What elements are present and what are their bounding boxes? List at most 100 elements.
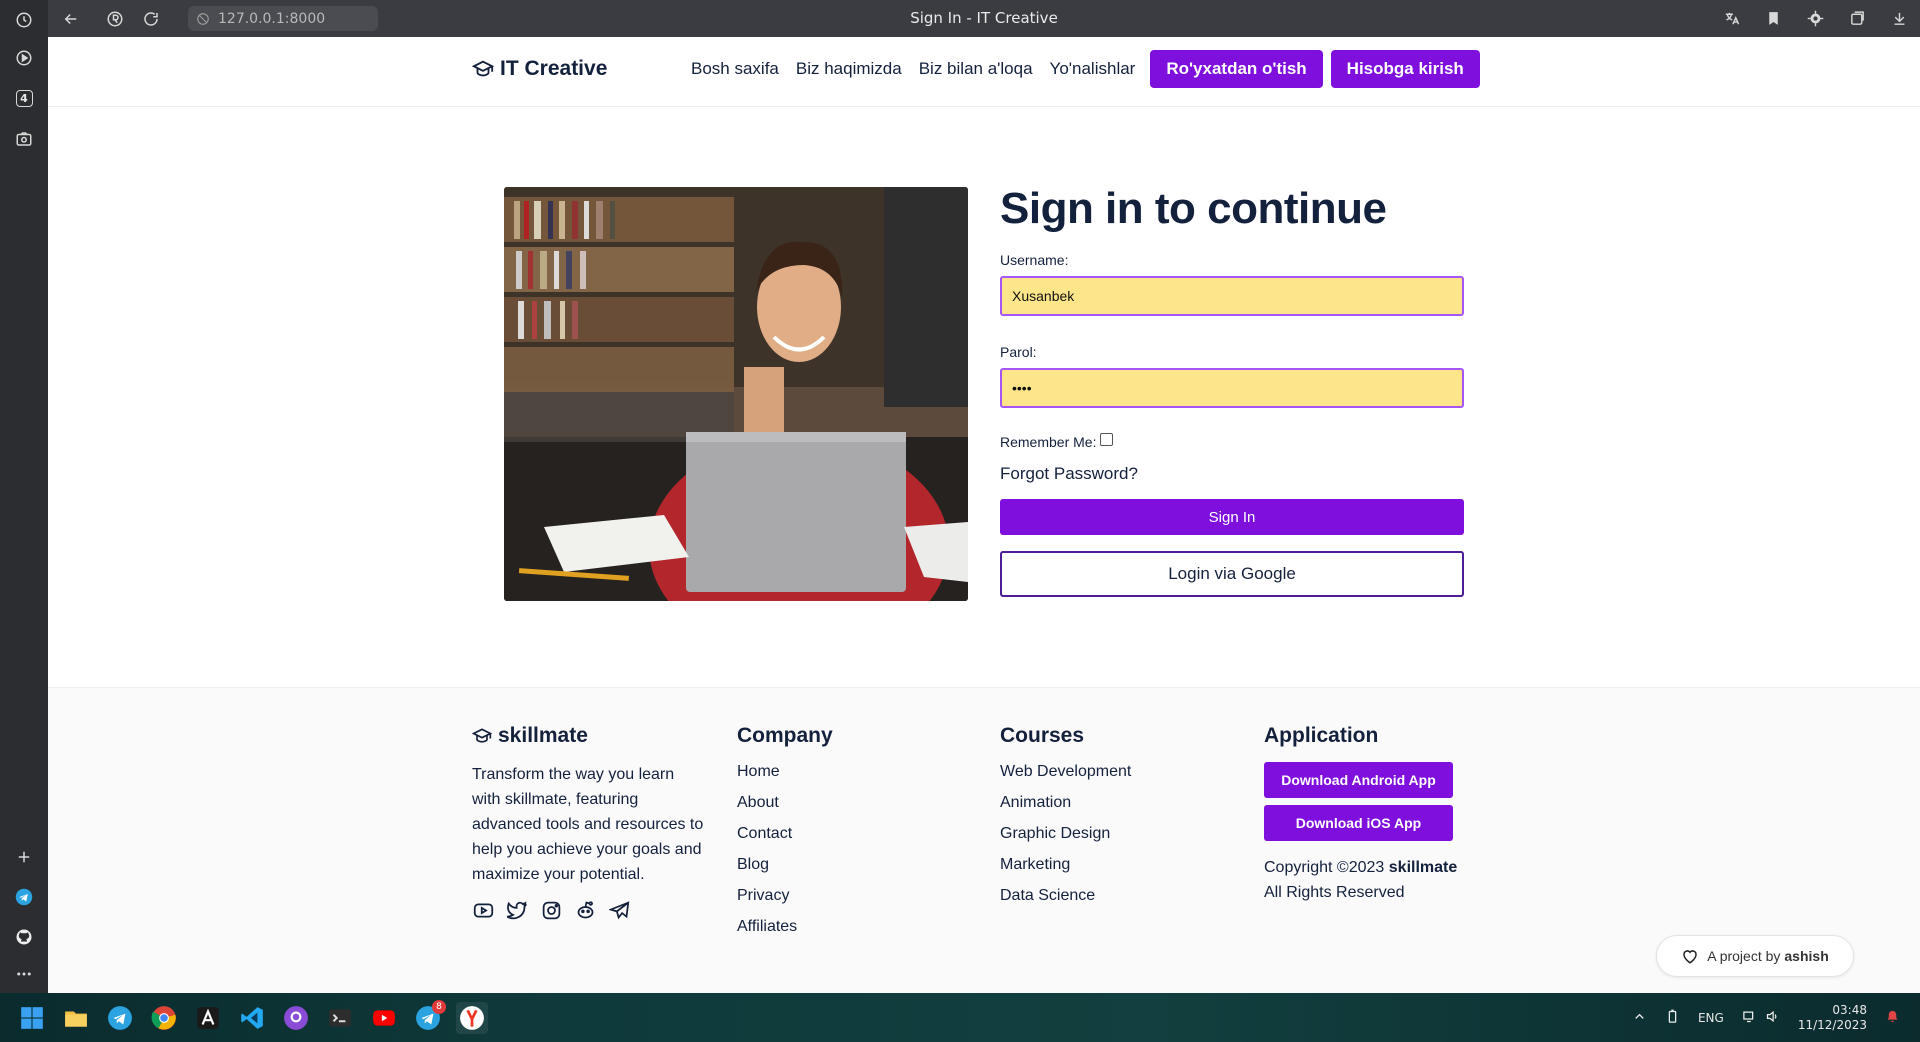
copyright-prefix: Copyright ©2023: [1264, 859, 1385, 876]
forgot-password-link[interactable]: Forgot Password?: [1000, 464, 1466, 484]
footer-brand-column: skillmate Transform the way you learn wi…: [472, 724, 707, 921]
nav-link-contact[interactable]: Biz bilan a'loqa: [919, 59, 1033, 79]
main-nav: Bosh saxifa Biz haqimizda Biz bilan a'lo…: [691, 50, 1488, 88]
site-info-icon[interactable]: [196, 12, 210, 26]
footer-link-graphic-design[interactable]: Graphic Design: [1000, 824, 1131, 843]
footer-link-about[interactable]: About: [737, 793, 833, 812]
student-laptop-photo: [504, 187, 968, 601]
battery-icon[interactable]: [1665, 1009, 1680, 1027]
collections-icon[interactable]: [1846, 7, 1868, 29]
username-label: Username:: [1000, 252, 1069, 268]
twitter-icon[interactable]: [506, 899, 528, 921]
project-credit-badge[interactable]: A project by ashish: [1656, 935, 1854, 977]
graduation-cap-icon: [472, 60, 494, 77]
download-android-button[interactable]: Download Android App: [1264, 762, 1453, 798]
footer-link-animation[interactable]: Animation: [1000, 793, 1131, 812]
login-button[interactable]: Hisobga kirish: [1330, 50, 1480, 88]
downloads-icon[interactable]: [1888, 7, 1910, 29]
reload-icon[interactable]: [140, 8, 162, 30]
toolbar-right: [1720, 7, 1910, 29]
yandex-browser-icon[interactable]: [456, 1002, 488, 1034]
company-heading: Company: [737, 724, 833, 747]
vscode-icon[interactable]: [236, 1002, 268, 1034]
yandex-protect-icon[interactable]: [104, 8, 126, 30]
remember-me-label: Remember Me:: [1000, 434, 1097, 450]
footer-brand-name: skillmate: [498, 724, 588, 747]
windows-taskbar: 8 ENG 03:48 11/12/2023: [0, 993, 1920, 1042]
browser-toolbar: Sign In - IT Creative 127.0.0.1:8000: [48, 0, 1920, 37]
footer-link-privacy[interactable]: Privacy: [737, 886, 833, 905]
telegram-app-icon-2[interactable]: 8: [412, 1000, 446, 1034]
taskbar-apps: 8: [16, 1000, 488, 1034]
footer-logo[interactable]: skillmate: [472, 724, 707, 748]
signin-button[interactable]: Sign In: [1000, 499, 1464, 535]
brand-name: IT Creative: [500, 57, 608, 80]
footer-link-marketing[interactable]: Marketing: [1000, 855, 1131, 874]
footer-link-web-development[interactable]: Web Development: [1000, 762, 1131, 781]
copyright-text: Copyright ©2023 skillmate All Rights Res…: [1264, 855, 1457, 905]
tray-overflow-icon[interactable]: [1632, 1009, 1647, 1027]
network-icon[interactable]: [1742, 1009, 1757, 1027]
language-indicator[interactable]: ENG: [1698, 1011, 1724, 1025]
register-button[interactable]: Ro'yxatdan o'tish: [1150, 50, 1323, 88]
notification-bell-icon[interactable]: [1885, 1009, 1900, 1027]
form-title: Sign in to continue: [1000, 184, 1387, 233]
footer-link-affiliates[interactable]: Affiliates: [737, 917, 833, 936]
back-icon[interactable]: [60, 8, 82, 30]
heart-icon: [1683, 950, 1697, 964]
site-logo[interactable]: IT Creative: [472, 57, 607, 81]
application-heading: Application: [1264, 724, 1379, 747]
terminal-icon[interactable]: [324, 1002, 356, 1034]
volume-icon[interactable]: [1765, 1009, 1780, 1027]
system-tray: ENG 03:48 11/12/2023: [1632, 993, 1900, 1042]
settings-icon[interactable]: [1804, 7, 1826, 29]
bookmark-icon[interactable]: [1762, 7, 1784, 29]
translate-icon[interactable]: [1720, 7, 1742, 29]
browser-sidebar: 4: [0, 0, 48, 993]
footer-courses-column: Courses Web Development Animation Graphi…: [1000, 724, 1131, 917]
footer-link-home[interactable]: Home: [737, 762, 833, 781]
media-play-icon[interactable]: [12, 46, 36, 70]
reddit-icon[interactable]: [574, 899, 596, 921]
windows-start-icon[interactable]: [16, 1002, 48, 1034]
chrome-icon[interactable]: [148, 1002, 180, 1034]
project-credit-author: ashish: [1784, 948, 1829, 964]
password-input[interactable]: ••••: [1000, 368, 1464, 408]
youtube-icon[interactable]: [472, 899, 494, 921]
project-credit-text: A project by: [1707, 948, 1781, 964]
site-header: IT Creative Bosh saxifa Biz haqimizda Bi…: [48, 37, 1920, 107]
social-links: [472, 899, 707, 921]
github-desktop-icon[interactable]: [280, 1002, 312, 1034]
address-bar[interactable]: 127.0.0.1:8000: [188, 6, 378, 31]
nav-link-directions[interactable]: Yo'nalishlar: [1050, 59, 1136, 79]
instagram-icon[interactable]: [540, 899, 562, 921]
footer-description: Transform the way you learn with skillma…: [472, 766, 704, 883]
footer-link-contact[interactable]: Contact: [737, 824, 833, 843]
taskbar-clock[interactable]: 03:48 11/12/2023: [1798, 1003, 1867, 1033]
remember-me-row: Remember Me:: [1000, 432, 1466, 450]
telegram-app-icon[interactable]: [104, 1002, 136, 1034]
add-panel-icon[interactable]: [12, 845, 36, 869]
history-icon[interactable]: [12, 8, 36, 32]
tabs-count-icon[interactable]: 4: [12, 86, 36, 110]
telegram-icon[interactable]: [608, 899, 630, 921]
username-input[interactable]: Xusanbek: [1000, 276, 1464, 316]
footer-link-blog[interactable]: Blog: [737, 855, 833, 874]
courses-heading: Courses: [1000, 724, 1085, 747]
password-label: Parol:: [1000, 344, 1037, 360]
youtube-app-icon[interactable]: [368, 1002, 400, 1034]
google-login-button[interactable]: Login via Google: [1000, 551, 1464, 597]
nav-link-home[interactable]: Bosh saxifa: [691, 59, 779, 79]
github-icon[interactable]: [12, 925, 36, 949]
more-icon[interactable]: [12, 962, 36, 986]
adobe-acrobat-icon[interactable]: [192, 1002, 224, 1034]
file-explorer-icon[interactable]: [60, 1002, 92, 1034]
telegram-icon[interactable]: [12, 885, 36, 909]
screenshot-icon[interactable]: [12, 127, 36, 151]
remember-me-checkbox[interactable]: [1100, 432, 1114, 446]
url-text: 127.0.0.1:8000: [218, 10, 326, 27]
web-page: IT Creative Bosh saxifa Biz haqimizda Bi…: [48, 37, 1920, 993]
footer-link-data-science[interactable]: Data Science: [1000, 886, 1131, 905]
nav-link-about[interactable]: Biz haqimizda: [796, 59, 902, 79]
download-ios-button[interactable]: Download iOS App: [1264, 805, 1453, 841]
